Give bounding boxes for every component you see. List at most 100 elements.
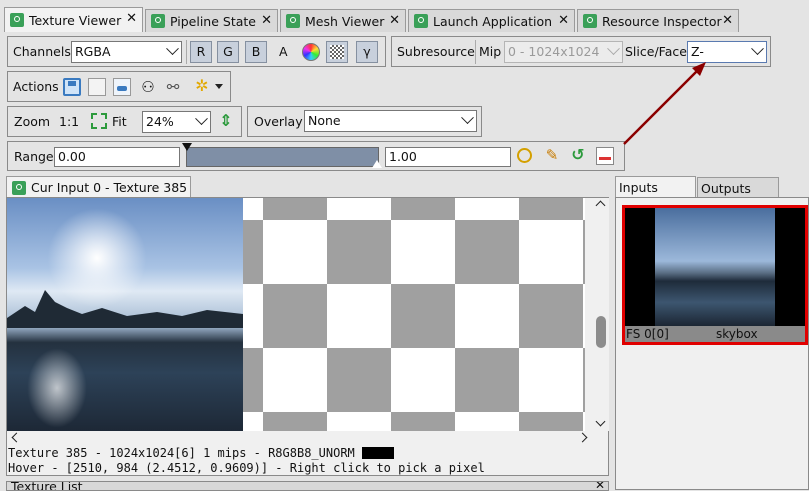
actions-toolbar: Actions ⚇ ⚯ ✲ <box>7 71 231 102</box>
tab-pipeline-state[interactable]: Pipeline State ✕ <box>145 9 278 32</box>
red-channel-button[interactable]: R <box>190 41 212 63</box>
thumbnail-skybox[interactable]: FS 0[0] skybox <box>622 205 808 345</box>
mip-value: 0 - 1024x1024 <box>508 44 600 59</box>
channels-toolbar: Channels RGBA R G B A γ <box>7 36 386 67</box>
binoculars-icon[interactable]: ⚇ <box>139 78 157 96</box>
viewer-tab[interactable]: Cur Input 0 - Texture 385 <box>6 176 191 198</box>
tab-label: Mesh Viewer <box>305 13 385 29</box>
blue-channel-button[interactable]: B <box>245 41 267 63</box>
tab-label: Launch Application <box>433 13 553 29</box>
zoom-1to1-button[interactable]: 1:1 <box>59 114 79 130</box>
divider <box>186 40 187 64</box>
tab-label: Texture Viewer <box>29 12 122 28</box>
fit-button[interactable]: Fit <box>112 114 127 130</box>
chevron-down-icon <box>166 42 179 56</box>
zoom-value: 24% <box>146 114 174 129</box>
zoom-range-icon[interactable] <box>517 148 532 163</box>
overlay-select[interactable]: None <box>304 110 477 132</box>
tab-label: Pipeline State <box>170 13 256 29</box>
window-icon <box>583 14 597 28</box>
horizontal-scrollbar[interactable] <box>7 431 593 445</box>
range-min-handle[interactable] <box>182 143 192 151</box>
reset-range-icon[interactable]: ↺ <box>569 146 587 164</box>
mountains <box>7 290 243 328</box>
dropdown-arrow-icon[interactable] <box>215 84 223 89</box>
link-icon[interactable]: ⚯ <box>164 78 182 96</box>
tab-mesh-viewer[interactable]: Mesh Viewer ✕ <box>280 9 406 32</box>
thumbnail-slot-label: FS 0[0] <box>626 327 669 341</box>
tab-launch-application[interactable]: Launch Application ✕ <box>408 9 575 32</box>
flip-vertical-icon[interactable]: ⇕ <box>217 112 235 130</box>
fit-icon[interactable] <box>91 113 107 129</box>
auto-fit-icon[interactable]: ✎ <box>543 146 561 164</box>
checkerboard-button[interactable] <box>326 41 348 63</box>
overlay-toolbar: Overlay None <box>247 106 482 137</box>
close-icon[interactable]: ✕ <box>722 13 733 29</box>
annotation-arrow <box>623 62 706 145</box>
checkerboard-icon <box>330 45 344 59</box>
slice-face-label: Slice/Face <box>625 44 687 59</box>
scroll-right-icon[interactable] <box>577 432 588 443</box>
subresource-label: Subresource <box>397 44 475 59</box>
hover-info-text: Hover - [2510, 984 (2.4512, 0.9609)] - R… <box>8 461 485 475</box>
range-histogram-slider[interactable] <box>186 147 379 167</box>
mip-label: Mip <box>479 44 502 59</box>
scroll-up-icon[interactable] <box>595 200 606 211</box>
open-texture-icon[interactable] <box>113 78 131 96</box>
texture-viewer-panel: Texture 385 - 1024x1024[6] 1 mips - R8G8… <box>6 197 609 476</box>
texture-image[interactable] <box>7 198 243 431</box>
zoom-select[interactable]: 24% <box>142 111 211 133</box>
range-min-input[interactable]: 0.00 <box>54 147 180 167</box>
range-max-handle[interactable] <box>372 160 382 168</box>
histogram-icon[interactable] <box>596 147 614 165</box>
close-icon[interactable]: ✕ <box>126 11 137 27</box>
checkerboard-background <box>243 198 585 431</box>
chevron-down-icon <box>461 111 474 125</box>
overlay-label: Overlay <box>254 114 303 129</box>
save-icon[interactable] <box>63 78 81 96</box>
alpha-channel-button[interactable]: A <box>279 44 288 60</box>
pick-color-swatch <box>362 447 395 459</box>
green-channel-button[interactable]: G <box>217 41 239 63</box>
tab-texture-viewer[interactable]: Texture Viewer ✕ <box>4 7 143 32</box>
texture-info-text: Texture 385 - 1024x1024[6] 1 mips - R8G8… <box>8 446 355 460</box>
overlay-value: None <box>308 113 341 128</box>
inputs-tab-label: Inputs <box>619 180 658 195</box>
window-icon <box>10 13 24 27</box>
outputs-tab-label: Outputs <box>701 180 751 196</box>
inputs-tab[interactable]: Inputs <box>615 176 696 198</box>
range-toolbar: Range 0.00 1.00 ✎ ↺ <box>7 141 625 171</box>
viewer-tab-label: Cur Input 0 - Texture 385 <box>31 180 188 195</box>
mip-select[interactable]: 0 - 1024x1024 <box>504 41 623 63</box>
channels-label: Channels <box>13 44 71 59</box>
puzzle-icon[interactable]: ✲ <box>193 77 211 95</box>
chevron-down-icon <box>751 42 764 56</box>
outputs-tab[interactable]: Outputs <box>697 177 779 198</box>
color-wheel-icon[interactable] <box>302 43 320 61</box>
thumbnail-panel: FS 0[0] skybox <box>615 197 809 490</box>
window-icon <box>414 14 428 28</box>
close-icon[interactable]: ✕ <box>558 13 569 29</box>
vertical-scroll-thumb[interactable] <box>596 316 606 348</box>
copy-icon[interactable] <box>88 78 106 96</box>
zoom-label: Zoom <box>14 114 51 129</box>
channels-select[interactable]: RGBA <box>71 41 182 63</box>
close-icon[interactable]: ✕ <box>261 13 272 29</box>
water-reflection <box>27 348 87 428</box>
thumbnail-name-label: skybox <box>716 327 758 341</box>
window-icon <box>12 180 26 195</box>
window-icon <box>286 14 300 28</box>
close-icon[interactable]: ✕ <box>389 13 400 29</box>
chevron-down-icon <box>607 42 620 56</box>
gamma-button[interactable]: γ <box>356 41 378 63</box>
scroll-down-icon[interactable] <box>595 416 606 427</box>
scroll-left-icon[interactable] <box>11 432 22 443</box>
channels-value: RGBA <box>75 44 111 59</box>
thumbnail-image-frame <box>625 208 805 326</box>
tab-bar: Texture Viewer ✕ Pipeline State ✕ Mesh Vie… <box>0 0 809 32</box>
range-max-input[interactable]: 1.00 <box>385 147 511 167</box>
range-label: Range <box>14 149 54 164</box>
tab-resource-inspector[interactable]: Resource Inspector ✕ <box>577 9 739 32</box>
vertical-scrollbar[interactable] <box>593 198 609 431</box>
chevron-down-icon <box>195 112 208 126</box>
